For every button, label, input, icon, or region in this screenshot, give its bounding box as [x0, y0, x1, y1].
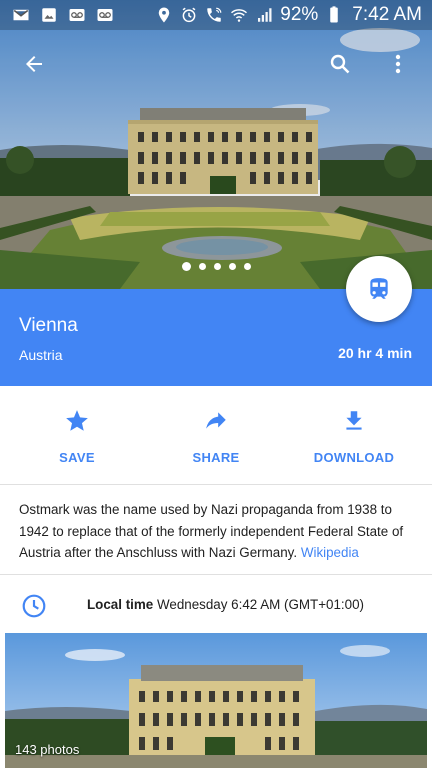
search-button[interactable]	[320, 44, 360, 84]
share-button[interactable]: SHARE	[167, 386, 265, 485]
wifi-icon	[231, 9, 248, 22]
save-label: SAVE	[59, 450, 95, 465]
place-region: Austria	[19, 347, 63, 363]
page-dot[interactable]	[198, 263, 206, 270]
mail-icon	[13, 9, 29, 21]
image-icon	[42, 8, 56, 22]
search-icon	[330, 54, 350, 74]
travel-time: 20 hr 4 min	[338, 345, 412, 361]
battery-percent: 92%	[280, 4, 319, 25]
local-time-text: Local time Wednesday 6:42 AM (GMT+01:00)	[87, 597, 364, 612]
page-dot[interactable]	[213, 263, 221, 270]
train-icon	[370, 278, 388, 299]
save-button[interactable]: SAVE	[28, 386, 126, 485]
share-arrow-icon	[206, 412, 226, 429]
palace-photo	[0, 0, 432, 289]
photo-count: 143 photos	[15, 742, 80, 757]
voicemail-icon	[69, 9, 85, 21]
wifi-calling-icon	[207, 7, 222, 22]
status-time: 7:42 AM	[352, 4, 422, 25]
back-button[interactable]	[14, 44, 54, 84]
page-dot[interactable]	[243, 263, 251, 270]
local-time-row: Local time Wednesday 6:42 AM (GMT+01:00)	[0, 575, 432, 633]
more-options-button[interactable]	[378, 44, 418, 84]
clock-icon	[22, 594, 46, 618]
more-vert-icon	[395, 54, 401, 74]
local-time-value: Wednesday 6:42 AM (GMT+01:00)	[156, 597, 365, 612]
share-label: SHARE	[192, 450, 240, 465]
battery-icon	[330, 6, 339, 23]
place-name: Vienna	[19, 315, 78, 336]
photos-card[interactable]: 143 photos	[5, 633, 427, 768]
alarm-icon	[182, 7, 196, 23]
wikipedia-link[interactable]: Wikipedia	[301, 545, 359, 560]
page-dot[interactable]	[228, 263, 236, 270]
action-row: SAVE SHARE DOWNLOAD	[0, 386, 432, 485]
location-icon	[159, 7, 170, 23]
arrow-left-icon	[26, 56, 42, 72]
signal-icon	[258, 8, 272, 22]
page-dot[interactable]	[181, 262, 191, 271]
directions-button[interactable]	[346, 256, 412, 322]
download-icon	[346, 411, 362, 430]
local-time-label: Local time	[87, 597, 154, 612]
star-icon	[66, 410, 88, 431]
description-text: Ostmark was the name used by Nazi propag…	[19, 499, 415, 564]
hero-photo[interactable]: 92% 7:42 AM	[0, 0, 432, 289]
place-description: Ostmark was the name used by Nazi propag…	[0, 485, 432, 575]
download-button[interactable]: DOWNLOAD	[305, 386, 403, 485]
status-bar: 92% 7:42 AM	[0, 0, 432, 30]
download-label: DOWNLOAD	[313, 450, 395, 465]
voicemail-icon	[97, 9, 113, 21]
